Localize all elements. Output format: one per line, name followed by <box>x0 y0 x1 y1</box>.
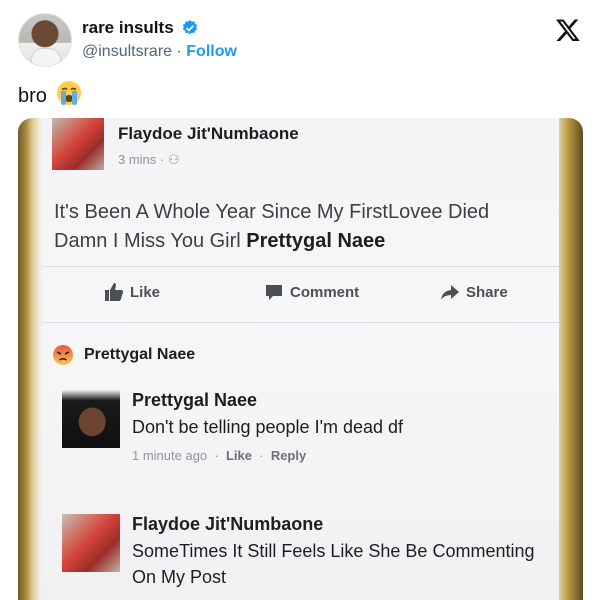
share-arrow-icon <box>441 285 459 300</box>
tweet-photo[interactable]: Flaydoe Jit'Numbaone 3 mins · ⚇ It's Bee… <box>18 118 583 600</box>
divider <box>42 266 559 267</box>
author-names: rare insults @insultsrare · Follow <box>82 18 237 61</box>
post-body-tag: Prettygal Naee <box>246 230 386 252</box>
handle-row: @insultsrare · Follow <box>82 43 237 61</box>
post-body: It's Been A Whole Year Since My FirstLov… <box>54 198 524 256</box>
comment-bubble-icon <box>266 285 282 300</box>
like-label: Like <box>130 283 161 301</box>
comment-label: Comment <box>290 283 360 301</box>
reaction-row: Prettygal Naee <box>52 344 195 366</box>
comment-like-link: Like <box>225 448 252 463</box>
commenter-name: Prettygal Naee <box>132 390 258 410</box>
share-label: Share <box>466 283 508 301</box>
comment-action: Comment <box>264 282 359 302</box>
comment-meta: 1 minute ago · Like · Reply <box>132 448 306 463</box>
verified-badge-icon <box>182 20 198 35</box>
author-avatar[interactable] <box>18 13 72 67</box>
comment-reply-link: Reply <box>270 448 307 463</box>
thumbs-up-icon <box>105 283 123 301</box>
comment-text: SomeTimes It Still Feels Like She Be Com… <box>132 541 535 587</box>
phone-screen: Flaydoe Jit'Numbaone 3 mins · ⚇ It's Bee… <box>42 118 559 600</box>
share-action: Share <box>440 282 508 302</box>
divider <box>42 322 559 323</box>
commenter-avatar <box>62 514 120 572</box>
tweet-text: bro <box>18 80 82 108</box>
tweet-header: rare insults @insultsrare · Follow <box>18 13 583 69</box>
reactor-name: Prettygal Naee <box>84 346 196 363</box>
meta-separator: · <box>259 448 264 463</box>
poster-avatar <box>52 118 104 170</box>
post-actions: Like Comment Share <box>42 282 559 306</box>
meta-separator: · <box>214 448 219 463</box>
display-name[interactable]: rare insults <box>82 18 174 38</box>
commenter-name: Flaydoe Jit'Numbaone <box>132 514 324 534</box>
comment-time: 1 minute ago <box>132 448 208 463</box>
angry-face-icon <box>53 345 73 365</box>
commenter-avatar <box>62 390 120 448</box>
comment-text: Don't be telling people I'm dead df <box>132 417 404 437</box>
tweet-text-content: bro <box>18 85 47 107</box>
poster-name: Flaydoe Jit'Numbaone <box>118 124 299 143</box>
post-meta: 3 mins · ⚇ <box>118 152 180 167</box>
x-logo-icon[interactable] <box>555 17 581 43</box>
crying-face-emoji-icon <box>57 81 82 105</box>
handle[interactable]: @insultsrare <box>82 43 172 60</box>
like-action: Like <box>104 282 160 302</box>
handle-separator: · <box>176 43 182 60</box>
follow-button[interactable]: Follow <box>186 43 237 60</box>
